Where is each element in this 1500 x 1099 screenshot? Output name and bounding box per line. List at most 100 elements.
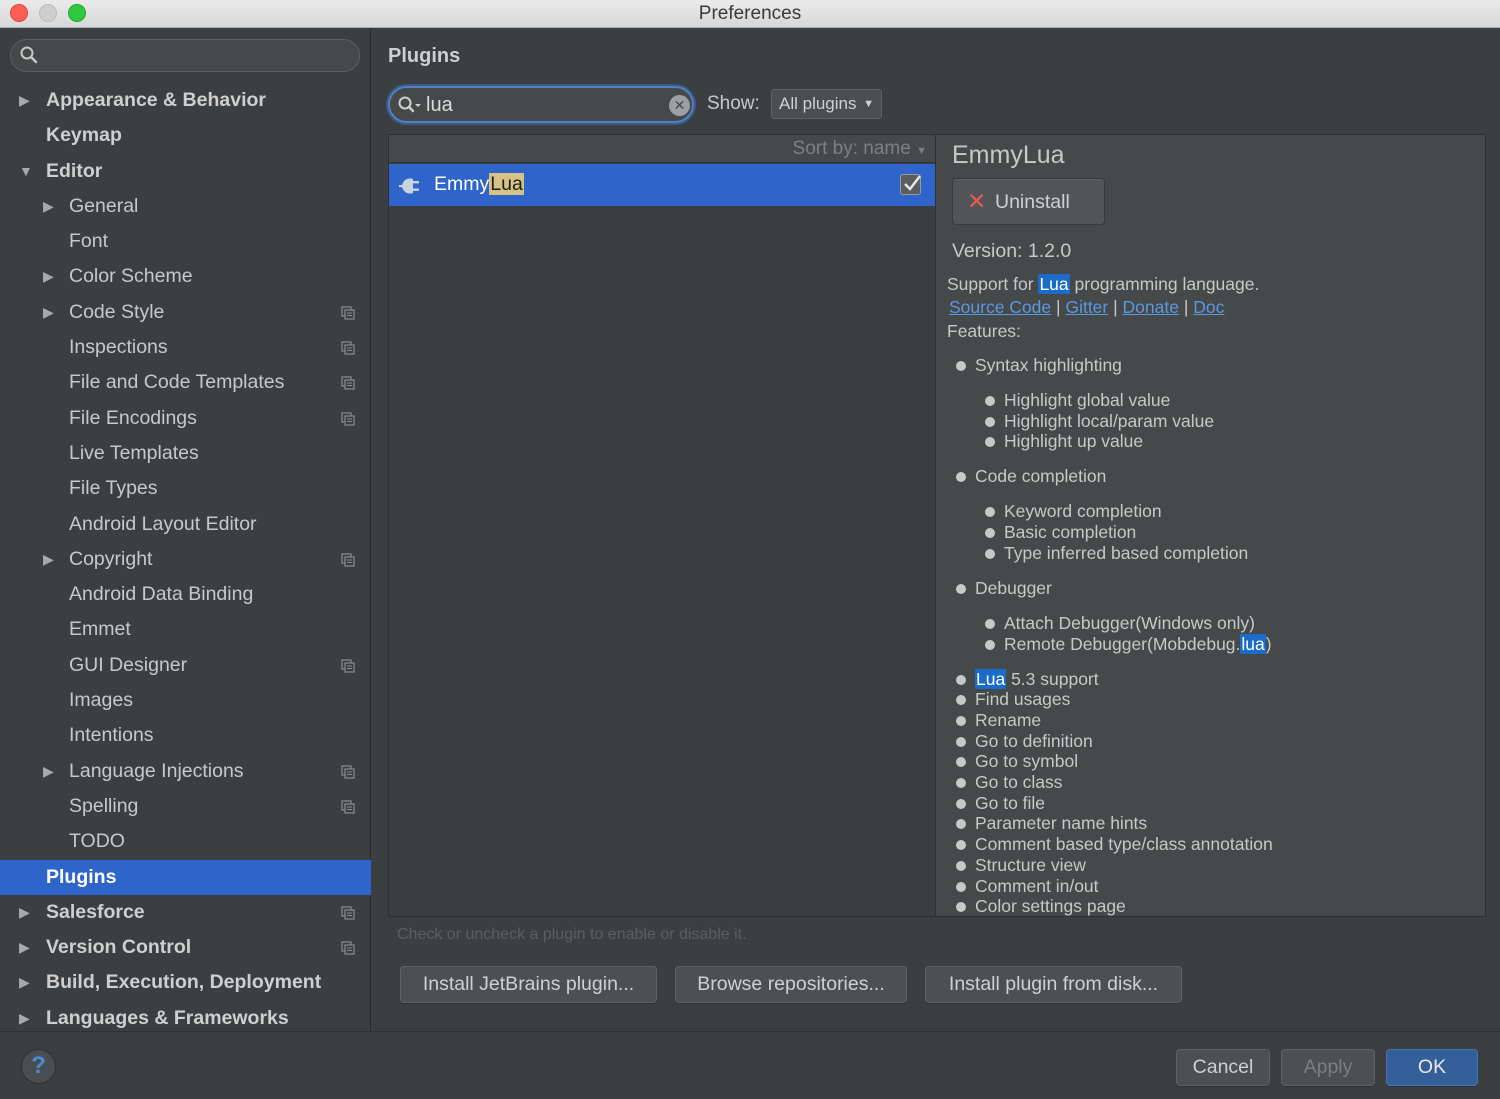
project-scope-icon bbox=[341, 765, 355, 779]
donate-link[interactable]: Donate bbox=[1123, 297, 1179, 317]
sidebar-item[interactable]: ▶ Color Scheme bbox=[0, 259, 371, 294]
project-scope-icon bbox=[341, 800, 355, 814]
sidebar-item-label: Code Style bbox=[69, 300, 165, 323]
doc-link[interactable]: Doc bbox=[1193, 297, 1224, 317]
sidebar-item[interactable]: Inspections bbox=[0, 330, 371, 365]
clear-icon[interactable]: ✕ bbox=[669, 95, 690, 116]
feature-text-suffix: ) bbox=[1265, 633, 1272, 654]
sidebar-item[interactable]: File and Code Templates bbox=[0, 365, 371, 400]
feature-text-main: Highlight global value bbox=[1004, 390, 1171, 410]
sidebar-item-label: Salesforce bbox=[46, 900, 145, 923]
install-jetbrains-plugin-button[interactable]: Install JetBrains plugin... bbox=[400, 966, 657, 1003]
sidebar-item[interactable]: Font bbox=[0, 224, 371, 259]
sidebar-item-label: Font bbox=[69, 230, 109, 253]
browse-repositories-button[interactable]: Browse repositories... bbox=[675, 966, 907, 1003]
feature-text-main: Code completion bbox=[975, 466, 1107, 487]
apply-button[interactable]: Apply bbox=[1281, 1049, 1375, 1086]
install-from-disk-button[interactable]: Install plugin from disk... bbox=[925, 966, 1182, 1003]
plugin-links: Source Code | Gitter | Donate | Doc bbox=[949, 297, 1224, 318]
feature-text-main: Highlight local/param value bbox=[1004, 410, 1215, 431]
sidebar-item-label: Android Layout Editor bbox=[69, 512, 257, 535]
chevron-right-icon[interactable]: ▶ bbox=[43, 295, 54, 330]
feature-text-main: Debugger bbox=[975, 577, 1052, 598]
sidebar-item[interactable]: Keymap bbox=[0, 118, 371, 153]
sidebar-item[interactable]: ▼ Editor bbox=[0, 154, 371, 189]
sidebar-item[interactable]: ▶ Salesforce bbox=[0, 895, 371, 930]
feature-text-suffix: 5.3 support bbox=[1006, 668, 1099, 689]
source-code-link[interactable]: Source Code bbox=[949, 297, 1051, 317]
sidebar-item[interactable]: Spelling bbox=[0, 789, 371, 824]
search-options-icon[interactable] bbox=[397, 95, 423, 115]
show-filter-label: Show: bbox=[707, 93, 760, 114]
sidebar-item-label: Emmet bbox=[69, 618, 131, 641]
plugin-list: Sort by: name ▼ EmmyLua bbox=[388, 134, 935, 917]
feature-text-main: Syntax highlighting bbox=[975, 355, 1122, 375]
sidebar-item[interactable]: GUI Designer bbox=[0, 648, 371, 683]
chevron-down-icon[interactable]: ▼ bbox=[19, 154, 33, 189]
sidebar-item[interactable]: Images bbox=[0, 683, 371, 718]
bullet-icon bbox=[956, 715, 966, 726]
sidebar-item[interactable]: Live Templates bbox=[0, 436, 371, 471]
feature-text: Go to definition bbox=[975, 731, 1093, 752]
sidebar-item-label: Android Data Binding bbox=[69, 583, 254, 606]
bullet-icon bbox=[956, 819, 966, 830]
sidebar-item[interactable]: Emmet bbox=[0, 612, 371, 647]
chevron-right-icon[interactable]: ▶ bbox=[43, 259, 54, 294]
chevron-right-icon[interactable]: ▶ bbox=[43, 189, 54, 224]
page-title: Plugins bbox=[388, 45, 461, 67]
bullet-icon bbox=[956, 361, 966, 371]
project-scope-icon bbox=[341, 659, 355, 673]
ok-button[interactable]: OK bbox=[1386, 1049, 1478, 1086]
sidebar-item[interactable]: ▶ Copyright bbox=[0, 542, 371, 577]
cancel-button[interactable]: Cancel bbox=[1176, 1049, 1270, 1086]
sidebar-item[interactable]: File Encodings bbox=[0, 401, 371, 436]
sidebar-item[interactable]: ▶ General bbox=[0, 189, 371, 224]
sidebar-item[interactable]: Android Data Binding bbox=[0, 577, 371, 612]
bullet-icon bbox=[985, 639, 995, 650]
feature-text-main: Attach Debugger(Windows only) bbox=[1004, 612, 1255, 633]
project-scope-icon bbox=[341, 941, 355, 955]
sidebar-item[interactable]: ▶ Language Injections bbox=[0, 754, 371, 789]
settings-search-field[interactable] bbox=[10, 39, 360, 72]
plugin-row[interactable]: EmmyLua bbox=[389, 164, 935, 206]
chevron-right-icon[interactable]: ▶ bbox=[19, 895, 30, 930]
sidebar-item-label: Copyright bbox=[69, 547, 153, 570]
chevron-right-icon[interactable]: ▶ bbox=[19, 930, 30, 965]
chevron-right-icon[interactable]: ▶ bbox=[19, 83, 30, 118]
chevron-right-icon[interactable]: ▶ bbox=[19, 965, 30, 1000]
bullet-icon bbox=[985, 548, 995, 559]
plugin-search-field[interactable]: ✕ bbox=[388, 86, 694, 123]
plugin-search-input[interactable] bbox=[426, 93, 656, 117]
sidebar-item-label: Appearance & Behavior bbox=[46, 89, 266, 111]
sidebar-item[interactable]: TODO bbox=[0, 824, 371, 859]
sidebar-item[interactable]: ▶ Version Control bbox=[0, 930, 371, 965]
sidebar-item[interactable]: Android Layout Editor bbox=[0, 507, 371, 542]
settings-tree: ▶ Appearance & Behavior Keymap ▼ Editor ▶ Gene… bbox=[0, 83, 371, 1036]
bullet-icon bbox=[956, 902, 966, 913]
bullet-icon bbox=[956, 798, 966, 809]
plugin-version: Version: 1.2.0 bbox=[952, 240, 1072, 262]
plugin-detail-panel: EmmyLua ✕ Uninstall Version: 1.2.0 Suppo… bbox=[935, 134, 1486, 917]
plugin-enabled-checkbox[interactable] bbox=[900, 174, 921, 195]
sidebar-item[interactable]: ▶ Appearance & Behavior bbox=[0, 83, 371, 118]
plugin-list-header: Sort by: name ▼ bbox=[389, 135, 935, 163]
help-button[interactable]: ? bbox=[21, 1049, 56, 1084]
sidebar-item[interactable]: ▶ Code Style bbox=[0, 295, 371, 330]
sidebar-item[interactable]: Intentions bbox=[0, 718, 371, 753]
gitter-link[interactable]: Gitter bbox=[1065, 297, 1108, 317]
sidebar-item-label: Plugins bbox=[46, 865, 117, 888]
uninstall-button[interactable]: ✕ Uninstall bbox=[952, 178, 1105, 225]
sidebar-item[interactable]: ▶ Build, Execution, Deployment bbox=[0, 965, 371, 1000]
feature-text: Lua 5.3 support bbox=[975, 668, 1099, 690]
uninstall-label: Uninstall bbox=[995, 191, 1070, 213]
sort-dropdown[interactable]: Sort by: name ▼ bbox=[793, 138, 927, 160]
show-filter-dropdown[interactable]: All plugins ▼ bbox=[771, 89, 882, 119]
sidebar-item[interactable]: Plugins bbox=[0, 859, 371, 895]
description-match-highlight: Lua bbox=[1038, 274, 1070, 294]
sidebar-item-label: Language Injections bbox=[69, 759, 244, 782]
feature-text: Attach Debugger(Windows only) bbox=[1004, 613, 1255, 634]
chevron-right-icon[interactable]: ▶ bbox=[43, 542, 54, 577]
chevron-right-icon[interactable]: ▶ bbox=[43, 754, 54, 789]
sidebar-item-label: Color Scheme bbox=[69, 265, 193, 288]
sidebar-item[interactable]: File Types bbox=[0, 471, 371, 506]
